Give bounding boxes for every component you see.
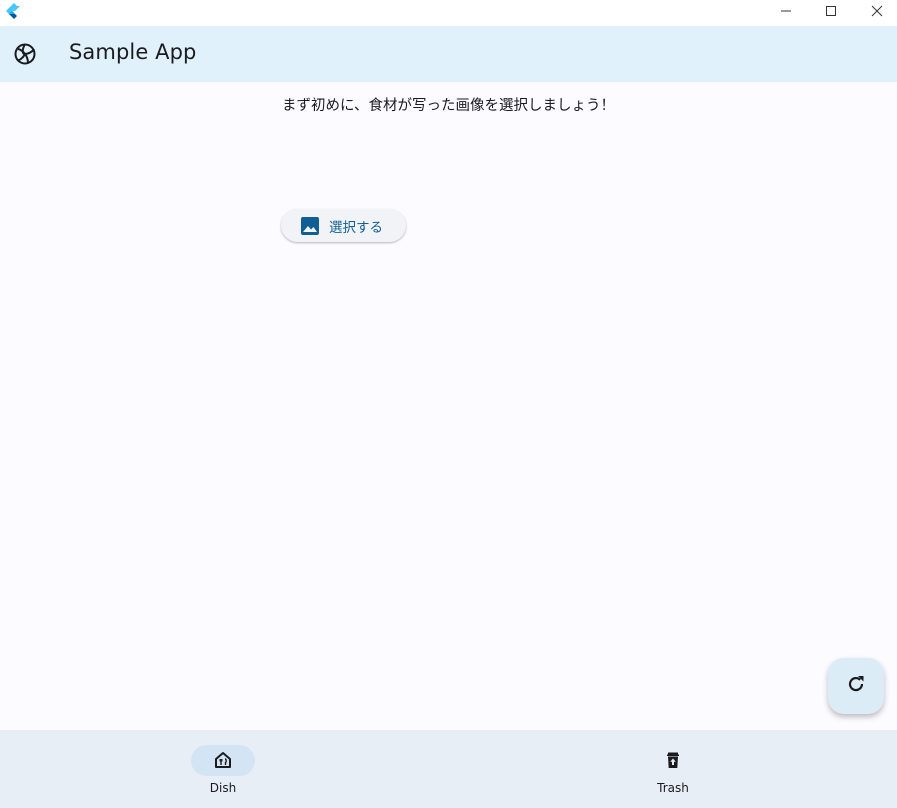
maximize-window-button[interactable] bbox=[809, 0, 853, 22]
app-bar: Sample App bbox=[0, 26, 897, 82]
main-content: まず初めに、食材が写った画像を選択しましょう！ 選択する bbox=[0, 82, 897, 730]
nav-item-dish[interactable]: Dish bbox=[163, 730, 283, 808]
nav-label-dish: Dish bbox=[209, 781, 237, 795]
minimize-window-button[interactable] bbox=[764, 0, 808, 22]
bottom-navigation: Dish Trash bbox=[0, 730, 897, 808]
volleyball-icon bbox=[13, 42, 37, 66]
nav-label-trash: Trash bbox=[657, 781, 689, 795]
dish-icon bbox=[213, 750, 233, 770]
minimize-icon bbox=[780, 2, 792, 21]
maximize-icon bbox=[825, 2, 837, 21]
app-title: Sample App bbox=[69, 40, 197, 64]
trash-icon bbox=[663, 750, 683, 770]
window-title-bar bbox=[0, 0, 897, 26]
image-icon bbox=[300, 216, 320, 236]
close-icon bbox=[871, 2, 883, 21]
instruction-text: まず初めに、食材が写った画像を選択しましょう！ bbox=[281, 98, 616, 114]
close-window-button[interactable] bbox=[855, 0, 897, 22]
app-window-icon bbox=[6, 3, 20, 19]
nav-item-trash[interactable]: Trash bbox=[613, 730, 733, 808]
refresh-icon bbox=[845, 673, 867, 699]
select-button-label: 選択する bbox=[329, 220, 383, 236]
select-image-button[interactable]: 選択する bbox=[281, 209, 406, 242]
refresh-fab[interactable] bbox=[828, 658, 884, 714]
